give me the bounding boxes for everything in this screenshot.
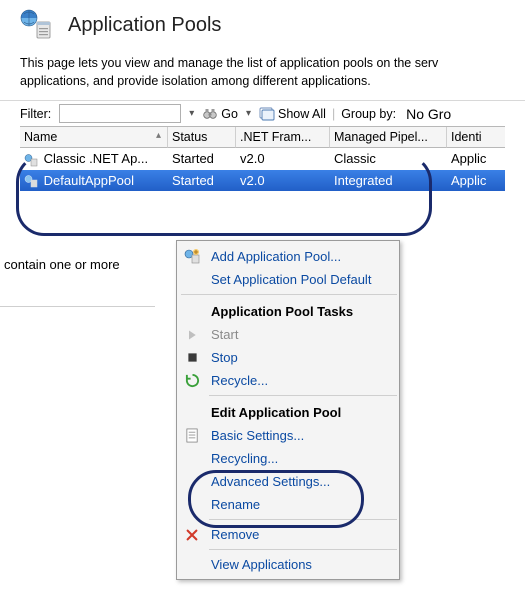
menu-stop[interactable]: Stop [179, 346, 397, 369]
separator [0, 306, 155, 307]
menu-label: Rename [211, 497, 260, 512]
menu-label: Set Application Pool Default [211, 272, 371, 287]
row-status: Started [168, 148, 236, 170]
pool-row-icon [24, 174, 38, 188]
menu-heading-tasks: Application Pool Tasks [179, 298, 397, 323]
app-pool-icon [20, 8, 54, 42]
col-name[interactable]: Name [20, 127, 168, 148]
menu-advanced-settings[interactable]: Advanced Settings... [179, 470, 397, 493]
col-managed-pipeline[interactable]: Managed Pipel... [330, 127, 447, 148]
show-all-icon [259, 106, 275, 122]
menu-label: Stop [211, 350, 238, 365]
menu-label: Recycle... [211, 373, 268, 388]
menu-rename[interactable]: Rename [179, 493, 397, 516]
page-header: Application Pools [0, 0, 525, 48]
menu-basic-settings[interactable]: Basic Settings... [179, 424, 397, 447]
stop-icon [183, 352, 201, 363]
menu-separator [209, 395, 397, 396]
group-by-value[interactable]: No Gro [406, 106, 451, 122]
filter-input[interactable] [59, 104, 181, 123]
row-pipe: Integrated [330, 170, 447, 192]
row-name: DefaultAppPool [44, 173, 134, 188]
menu-label: Add Application Pool... [211, 249, 341, 264]
menu-label: Recycling... [211, 451, 278, 466]
menu-separator [209, 549, 397, 550]
row-status: Started [168, 170, 236, 192]
filter-toolbar: Filter: ▾ Go ▾ Show All | Group by: No G… [0, 100, 525, 126]
show-all-label: Show All [278, 107, 326, 121]
menu-start: Start [179, 323, 397, 346]
menu-separator [181, 294, 397, 295]
go-label: Go [221, 107, 238, 121]
app-pool-grid: Name Status .NET Fram... Managed Pipel..… [20, 126, 505, 191]
page-title: Application Pools [68, 14, 221, 37]
menu-set-defaults[interactable]: Set Application Pool Default [179, 268, 397, 291]
menu-recycling[interactable]: Recycling... [179, 447, 397, 470]
delete-x-icon [183, 528, 201, 542]
row-ident: Applic [447, 170, 505, 192]
binoculars-icon [202, 106, 218, 122]
menu-label: View Applications [211, 557, 312, 572]
menu-remove[interactable]: Remove [179, 523, 397, 546]
group-by-label: Group by: [341, 107, 396, 121]
play-icon [183, 329, 201, 341]
show-all-button[interactable]: Show All [259, 106, 326, 122]
toolbar-separator: | [332, 107, 335, 121]
recycle-icon [183, 373, 201, 388]
heading-label: Edit Application Pool [211, 405, 341, 420]
row-net: v2.0 [236, 170, 330, 192]
menu-separator [209, 519, 397, 520]
row-ident: Applic [447, 148, 505, 170]
row-name: Classic .NET Ap... [44, 151, 149, 166]
grid-header-row: Name Status .NET Fram... Managed Pipel..… [20, 127, 505, 148]
menu-view-applications[interactable]: View Applications [179, 553, 397, 576]
grid-row[interactable]: Classic .NET Ap... Started v2.0 Classic … [20, 148, 505, 170]
add-pool-icon [183, 248, 201, 264]
row-pipe: Classic [330, 148, 447, 170]
go-dropdown-arrow[interactable]: ▾ [244, 108, 253, 119]
menu-label: Remove [211, 527, 259, 542]
menu-label: Basic Settings... [211, 428, 304, 443]
menu-label: Start [211, 327, 238, 342]
context-menu: Add Application Pool... Set Application … [176, 240, 400, 580]
menu-label: Advanced Settings... [211, 474, 330, 489]
filter-label: Filter: [20, 107, 51, 121]
grid-row[interactable]: DefaultAppPool Started v2.0 Integrated A… [20, 170, 505, 192]
page-description: This page lets you view and manage the l… [0, 48, 525, 100]
menu-heading-edit: Edit Application Pool [179, 399, 397, 424]
menu-recycle[interactable]: Recycle... [179, 369, 397, 392]
settings-sheet-icon [183, 428, 201, 443]
col-identity[interactable]: Identi [447, 127, 505, 148]
col-status[interactable]: Status [168, 127, 236, 148]
pool-row-icon [24, 153, 38, 167]
col-net-framework[interactable]: .NET Fram... [236, 127, 330, 148]
menu-add-pool[interactable]: Add Application Pool... [179, 244, 397, 268]
go-button[interactable]: Go [202, 106, 238, 122]
row-net: v2.0 [236, 148, 330, 170]
heading-label: Application Pool Tasks [211, 304, 353, 319]
filter-dropdown-arrow[interactable]: ▾ [187, 108, 196, 119]
